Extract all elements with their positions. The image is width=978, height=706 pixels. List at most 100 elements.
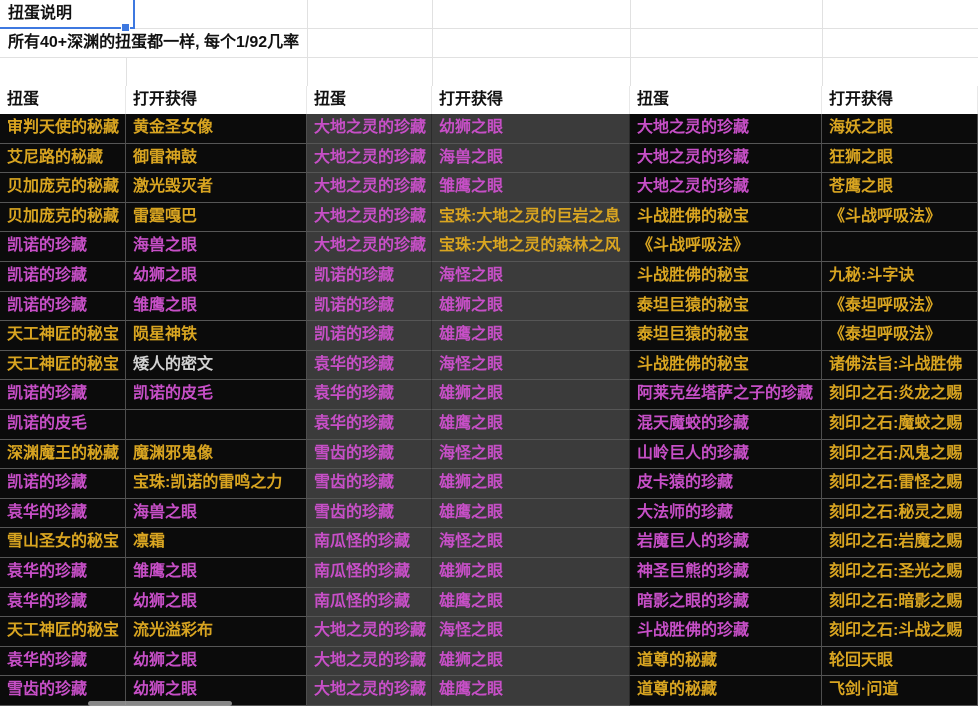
cell[interactable]: 海怪之眼 <box>432 261 630 292</box>
cell[interactable]: 刻印之石:秘灵之赐 <box>822 498 978 529</box>
cell[interactable]: 大地之灵的珍藏 <box>307 143 432 174</box>
cell[interactable]: 大法师的珍藏 <box>630 498 822 529</box>
cell[interactable]: 大地之灵的珍藏 <box>307 173 432 203</box>
cell[interactable]: 凛霜 <box>126 528 307 558</box>
cell[interactable]: 九秘:斗字诀 <box>822 261 978 292</box>
column-header-reward-2[interactable]: 打开获得 <box>432 86 630 114</box>
cell[interactable]: 凯诺的皮毛 <box>0 409 126 440</box>
cell[interactable] <box>822 232 978 262</box>
cell[interactable]: 刻印之石:风鬼之赐 <box>822 439 978 470</box>
cell[interactable]: 雄鹰之眼 <box>432 409 630 440</box>
cell[interactable]: 袁华的珍藏 <box>0 587 126 618</box>
cell[interactable]: 凯诺的珍藏 <box>0 469 126 499</box>
cell[interactable]: 幼狮之眼 <box>126 646 307 677</box>
cell[interactable]: 南瓜怪的珍藏 <box>307 557 432 588</box>
cell[interactable]: 狂狮之眼 <box>822 143 978 174</box>
cell[interactable]: 道尊的秘藏 <box>630 646 822 677</box>
cell[interactable]: 雪齿的珍藏 <box>307 469 432 499</box>
cell[interactable]: 岩魔巨人的珍藏 <box>630 528 822 558</box>
cell[interactable]: 审判天使的秘藏 <box>0 114 126 144</box>
cell[interactable]: 神圣巨熊的珍藏 <box>630 557 822 588</box>
cell[interactable]: 斗战胜佛的秘宝 <box>630 202 822 233</box>
cell[interactable]: 雄狮之眼 <box>432 291 630 322</box>
cell[interactable]: 大地之灵的珍藏 <box>307 202 432 233</box>
selected-cell[interactable]: 扭蛋说明 <box>0 0 135 29</box>
cell[interactable]: 袁华的珍藏 <box>307 409 432 440</box>
cell[interactable]: 诸佛法旨:斗战胜佛 <box>822 350 978 381</box>
cell[interactable]: 雄狮之眼 <box>432 469 630 499</box>
cell[interactable]: 宝珠:大地之灵的巨岩之息 <box>432 202 630 233</box>
cell[interactable]: 凯诺的珍藏 <box>307 321 432 351</box>
cell[interactable]: 矮人的密文 <box>126 350 307 381</box>
cell[interactable]: 海兽之眼 <box>126 232 307 262</box>
cell[interactable]: 斗战胜佛的秘宝 <box>630 350 822 381</box>
cell[interactable]: 海妖之眼 <box>822 114 978 144</box>
cell[interactable]: 雪齿的珍藏 <box>307 498 432 529</box>
cell[interactable]: 大地之灵的珍藏 <box>307 617 432 647</box>
cell[interactable]: 刻印之石:魔蛟之赐 <box>822 409 978 440</box>
cell[interactable]: 雪山圣女的秘宝 <box>0 528 126 558</box>
cell[interactable]: 凯诺的珍藏 <box>0 232 126 262</box>
cell[interactable]: 大地之灵的珍藏 <box>307 114 432 144</box>
cell[interactable]: 雄狮之眼 <box>432 646 630 677</box>
cell[interactable]: 御雷神鼓 <box>126 143 307 174</box>
cell[interactable]: 天工神匠的秘宝 <box>0 617 126 647</box>
cell[interactable]: 混天魔蛟的珍藏 <box>630 409 822 440</box>
cell[interactable]: 大地之灵的珍藏 <box>307 676 432 706</box>
cell[interactable]: 大地之灵的珍藏 <box>630 173 822 203</box>
cell[interactable]: 刻印之石:炎龙之赐 <box>822 380 978 410</box>
cell[interactable]: 黄金圣女像 <box>126 114 307 144</box>
cell[interactable]: 海怪之眼 <box>432 439 630 470</box>
cell[interactable]: 魔渊邪鬼像 <box>126 439 307 470</box>
cell[interactable]: 袁华的珍藏 <box>307 380 432 410</box>
cell[interactable]: 《斗战呼吸法》 <box>822 202 978 233</box>
cell[interactable]: 《泰坦呼吸法》 <box>822 321 978 351</box>
cell[interactable]: 雄鹰之眼 <box>432 676 630 706</box>
cell[interactable]: 雄鹰之眼 <box>432 321 630 351</box>
cell[interactable]: 苍鹰之眼 <box>822 173 978 203</box>
cell[interactable]: 凯诺的珍藏 <box>0 261 126 292</box>
cell[interactable]: 海怪之眼 <box>432 528 630 558</box>
cell[interactable]: 贝加庞克的秘藏 <box>0 173 126 203</box>
cell[interactable]: 轮回天眼 <box>822 646 978 677</box>
cell[interactable]: 贝加庞克的秘藏 <box>0 202 126 233</box>
cell[interactable]: 艾尼路的秘藏 <box>0 143 126 174</box>
cell[interactable]: 深渊魔王的秘藏 <box>0 439 126 470</box>
cell[interactable]: 凯诺的皮毛 <box>126 380 307 410</box>
cell[interactable]: 袁华的珍藏 <box>0 498 126 529</box>
cell[interactable]: 飞剑·问道 <box>822 676 978 706</box>
column-header-gacha-2[interactable]: 扭蛋 <box>307 86 432 114</box>
cell[interactable]: 道尊的秘藏 <box>630 676 822 706</box>
cell[interactable]: 袁华的珍藏 <box>307 350 432 381</box>
cell[interactable] <box>126 409 307 440</box>
cell[interactable]: 雏鹰之眼 <box>126 557 307 588</box>
cell[interactable]: 海怪之眼 <box>432 617 630 647</box>
cell[interactable]: 刻印之石:圣光之赐 <box>822 557 978 588</box>
cell[interactable]: 宝珠:大地之灵的森林之风 <box>432 232 630 262</box>
cell[interactable]: 幼狮之眼 <box>126 587 307 618</box>
cell[interactable]: 泰坦巨猿的秘宝 <box>630 291 822 322</box>
cell[interactable]: 刻印之石:岩魔之赐 <box>822 528 978 558</box>
cell[interactable]: 大地之灵的珍藏 <box>307 646 432 677</box>
cell[interactable]: 斗战胜佛的秘宝 <box>630 261 822 292</box>
horizontal-scrollbar-thumb[interactable] <box>88 701 232 706</box>
cell[interactable]: 雷霆嘎巴 <box>126 202 307 233</box>
cell[interactable]: 皮卡猿的珍藏 <box>630 469 822 499</box>
cell[interactable]: 流光溢彩布 <box>126 617 307 647</box>
cell[interactable]: 袁华的珍藏 <box>0 646 126 677</box>
cell[interactable]: 雄狮之眼 <box>432 380 630 410</box>
cell[interactable]: 海怪之眼 <box>432 350 630 381</box>
cell[interactable]: 雄鹰之眼 <box>432 587 630 618</box>
cell[interactable]: 陨星神铁 <box>126 321 307 351</box>
cell[interactable]: 雄狮之眼 <box>432 557 630 588</box>
cell[interactable]: 天工神匠的秘宝 <box>0 350 126 381</box>
cell[interactable]: 天工神匠的秘宝 <box>0 321 126 351</box>
cell[interactable]: 雪齿的珍藏 <box>307 439 432 470</box>
cell[interactable]: 海兽之眼 <box>432 143 630 174</box>
cell[interactable]: 凯诺的珍藏 <box>307 291 432 322</box>
cell[interactable]: 凯诺的珍藏 <box>0 291 126 322</box>
cell[interactable]: 凯诺的珍藏 <box>307 261 432 292</box>
cell[interactable]: 海兽之眼 <box>126 498 307 529</box>
cell[interactable]: 雏鹰之眼 <box>126 291 307 322</box>
cell[interactable]: 刻印之石:暗影之赐 <box>822 587 978 618</box>
